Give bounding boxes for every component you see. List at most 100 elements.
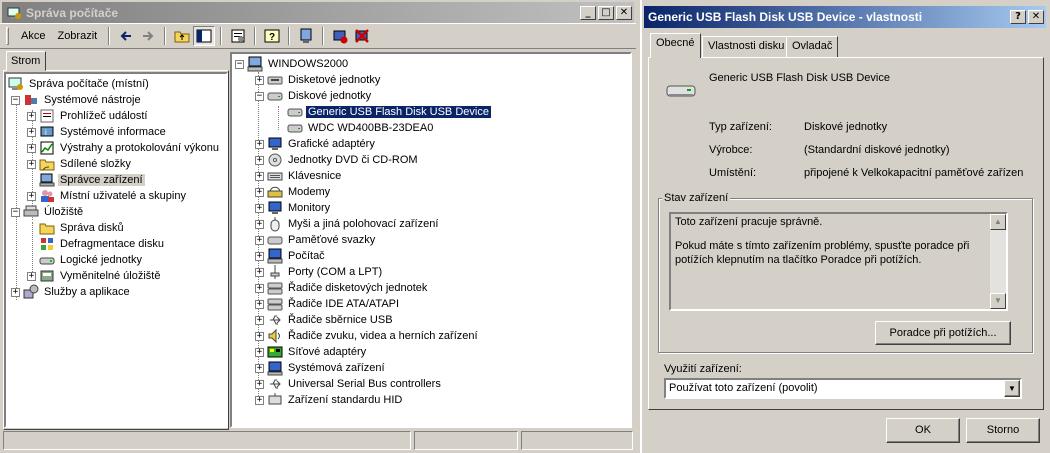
ok-button[interactable]: OK bbox=[886, 418, 960, 443]
collapse-icon[interactable]: − bbox=[255, 91, 264, 101]
device-category-dvd[interactable]: + Jednotky DVD či CD-ROM bbox=[255, 152, 420, 168]
device-category-monitors[interactable]: + Monitory bbox=[255, 200, 332, 216]
tree-node-local-users[interactable]: + Místní uživatelé a skupiny bbox=[27, 188, 188, 204]
console-tree[interactable]: Správa počítače (místní) − Systémové nás… bbox=[4, 72, 228, 428]
scan-hardware-icon[interactable] bbox=[295, 26, 317, 46]
expand-icon[interactable]: + bbox=[27, 127, 36, 137]
minimize-button[interactable]: _ bbox=[580, 6, 596, 20]
properties-icon[interactable] bbox=[227, 26, 249, 46]
expand-icon[interactable]: + bbox=[255, 283, 264, 293]
expand-icon[interactable]: + bbox=[27, 191, 36, 201]
tab-general[interactable]: Obecné bbox=[650, 33, 701, 58]
device-category-hid[interactable]: + Zařízení standardu HID bbox=[255, 392, 404, 408]
expand-icon[interactable]: + bbox=[255, 235, 264, 245]
status-scrollbar[interactable]: ▲ ▼ bbox=[990, 214, 1006, 309]
properties-titlebar[interactable]: Generic USB Flash Disk USB Device - vlas… bbox=[644, 6, 1046, 28]
help-icon[interactable]: ? bbox=[261, 26, 283, 46]
collapse-icon[interactable]: − bbox=[11, 207, 20, 217]
scroll-down-icon[interactable]: ▼ bbox=[990, 293, 1006, 309]
toolbar-grip[interactable] bbox=[6, 27, 9, 45]
device-category-storage-volumes[interactable]: + Paměťové svazky bbox=[255, 232, 377, 248]
system-info-icon: i bbox=[39, 124, 55, 140]
device-category-floppy[interactable]: + Disketové jednotky bbox=[255, 72, 382, 88]
expand-icon[interactable]: + bbox=[27, 159, 36, 169]
back-icon[interactable] bbox=[115, 26, 137, 46]
device-category-computer[interactable]: + Počítač bbox=[255, 248, 327, 264]
tree-node-system-tools[interactable]: − Systémové nástroje bbox=[11, 92, 143, 108]
tree-node-disk-management[interactable]: Správa disků bbox=[27, 220, 126, 236]
device-category-network[interactable]: + Síťové adaptéry bbox=[255, 344, 368, 360]
close-button[interactable]: ✕ bbox=[1028, 10, 1044, 24]
device-usb-flash-disk[interactable]: Generic USB Flash Disk USB Device bbox=[287, 104, 492, 120]
cancel-button[interactable]: Storno bbox=[966, 418, 1040, 443]
expand-icon[interactable]: + bbox=[255, 251, 264, 261]
forward-icon[interactable] bbox=[137, 26, 159, 46]
expand-icon[interactable]: + bbox=[27, 111, 36, 121]
device-category-display[interactable]: + Grafické adaptéry bbox=[255, 136, 377, 152]
maximize-button[interactable]: □ bbox=[598, 6, 614, 20]
tree-node-storage[interactable]: − Úložiště bbox=[11, 204, 85, 220]
menu-action[interactable]: Akce bbox=[15, 27, 51, 45]
show-hide-tree-icon[interactable] bbox=[193, 26, 216, 46]
device-category-system[interactable]: + Systémová zařízení bbox=[255, 360, 387, 376]
expand-icon[interactable]: + bbox=[27, 143, 36, 153]
collapse-icon[interactable]: − bbox=[11, 95, 20, 105]
scroll-up-icon[interactable]: ▲ bbox=[990, 214, 1006, 230]
close-button[interactable]: ✕ bbox=[616, 6, 632, 20]
device-wdc-disk[interactable]: WDC WD400BB-23DEA0 bbox=[287, 120, 435, 136]
expand-icon[interactable]: + bbox=[255, 203, 264, 213]
collapse-icon[interactable]: − bbox=[235, 59, 244, 69]
expand-icon[interactable]: + bbox=[255, 187, 264, 197]
device-category-ide-controllers[interactable]: + Řadiče IDE ATA/ATAPI bbox=[255, 296, 401, 312]
tree-node-shared-folders[interactable]: + Sdílené složky bbox=[27, 156, 133, 172]
device-status-text[interactable]: Toto zařízení pracuje správně. Pokud mát… bbox=[669, 212, 1008, 311]
expand-icon[interactable]: + bbox=[255, 171, 264, 181]
device-tree[interactable]: − WINDOWS2000 + Disketové jednotky − Dis… bbox=[230, 52, 632, 428]
device-category-keyboards[interactable]: + Klávesnice bbox=[255, 168, 343, 184]
tree-node-system-info[interactable]: + i Systémové informace bbox=[27, 124, 168, 140]
tree-node-services-apps[interactable]: + Služby a aplikace bbox=[11, 284, 132, 300]
device-category-sound[interactable]: + Řadiče zvuku, videa a herních zařízení bbox=[255, 328, 480, 344]
device-category-mice[interactable]: + Myši a jiná polohovací zařízení bbox=[255, 216, 440, 232]
device-category-disk-drives[interactable]: − Diskové jednotky bbox=[255, 88, 373, 104]
tree-node-performance-logs[interactable]: + Výstrahy a protokolování výkonu bbox=[27, 140, 221, 156]
disable-device-icon[interactable] bbox=[329, 26, 351, 46]
help-button[interactable]: ? bbox=[1010, 10, 1026, 24]
expand-icon[interactable]: + bbox=[27, 271, 36, 281]
tab-strom[interactable]: Strom bbox=[6, 51, 46, 71]
up-one-level-icon[interactable] bbox=[171, 26, 193, 46]
expand-icon[interactable]: + bbox=[255, 139, 264, 149]
device-tree-root[interactable]: − WINDOWS2000 bbox=[235, 56, 350, 72]
mmc-titlebar[interactable]: Správa počítače _ □ ✕ bbox=[2, 2, 634, 24]
expand-icon[interactable]: + bbox=[255, 395, 264, 405]
expand-icon[interactable]: + bbox=[255, 299, 264, 309]
menu-view[interactable]: Zobrazit bbox=[51, 27, 103, 45]
tab-disk-properties[interactable]: Vlastnosti disku bbox=[702, 36, 791, 57]
tree-node-computer-management[interactable]: Správa počítače (místní) bbox=[8, 76, 151, 92]
expand-icon[interactable]: + bbox=[255, 363, 264, 373]
device-category-usb-serial[interactable]: + Universal Serial Bus controllers bbox=[255, 376, 443, 392]
device-category-usb-controllers[interactable]: + Řadiče sběrnice USB bbox=[255, 312, 395, 328]
expand-icon[interactable]: + bbox=[255, 379, 264, 389]
expand-icon[interactable]: + bbox=[255, 267, 264, 277]
tree-node-event-viewer[interactable]: + Prohlížeč událostí bbox=[27, 108, 149, 124]
tree-node-device-manager[interactable]: Správce zařízení bbox=[27, 172, 145, 188]
device-category-ports[interactable]: + Porty (COM a LPT) bbox=[255, 264, 384, 280]
device-category-modems[interactable]: + Modemy bbox=[255, 184, 332, 200]
expand-icon[interactable]: + bbox=[255, 219, 264, 229]
troubleshoot-button[interactable]: Poradce při potížích... bbox=[875, 321, 1011, 345]
expand-icon[interactable]: + bbox=[255, 75, 264, 85]
tree-node-defragment[interactable]: Defragmentace disku bbox=[27, 236, 166, 252]
tab-driver[interactable]: Ovladač bbox=[786, 36, 839, 57]
expand-icon[interactable]: + bbox=[255, 155, 264, 165]
tree-node-removable-storage[interactable]: + Vyměnitelné úložiště bbox=[27, 268, 162, 284]
expand-icon[interactable]: + bbox=[255, 315, 264, 325]
expand-icon[interactable]: + bbox=[255, 347, 264, 357]
uninstall-device-icon[interactable] bbox=[351, 26, 373, 46]
tree-node-logical-drives[interactable]: Logické jednotky bbox=[27, 252, 144, 268]
device-category-floppy-controllers[interactable]: + Řadiče disketových jednotek bbox=[255, 280, 429, 296]
device-usage-select[interactable]: Používat toto zařízení (povolit) ▼ bbox=[664, 378, 1022, 399]
expand-icon[interactable]: + bbox=[255, 331, 264, 341]
expand-icon[interactable]: + bbox=[11, 287, 20, 297]
chevron-down-icon[interactable]: ▼ bbox=[1004, 380, 1020, 397]
